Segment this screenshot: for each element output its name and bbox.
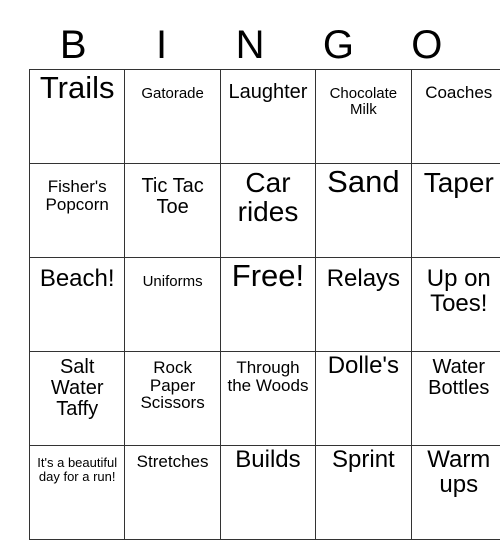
bingo-row: Trails Gatorade Laughter Chocolate Milk … [28,69,500,164]
bingo-cell-label: Sprint [332,446,395,473]
bingo-cell[interactable]: Salt Water Taffy [28,351,126,446]
bingo-cell-label: Relays [326,265,401,292]
bingo-cell[interactable]: Uniforms [124,257,221,352]
bingo-cell[interactable]: Gatorade [124,69,221,164]
bingo-cell-label: Chocolate Milk [329,85,398,118]
bingo-cell[interactable]: Through the Woods [219,351,317,446]
bingo-header: B I N G O [29,21,471,69]
bingo-cell-label: Rock Paper Scissors [140,358,205,413]
bingo-cell-label: Fisher's Popcorn [45,177,109,214]
header-letter-n: N [235,23,265,67]
bingo-cell-label: Salt Water Taffy [50,356,104,420]
bingo-cell-label: Water Bottles [428,356,490,399]
bingo-cell[interactable]: Water Bottles [410,351,500,446]
bingo-cell-label: Beach! [39,265,115,292]
bingo-cell[interactable]: Dolle's [315,351,412,446]
bingo-cell-label: Tic Tac Toe [141,175,204,218]
header-letter-b: B [59,23,87,67]
bingo-cell-label: Stretches [136,452,209,471]
bingo-cell-label: Free! [231,258,305,293]
header-letter-i: I [156,23,168,67]
bingo-cell[interactable]: It's a beautiful day for a run! [28,445,126,540]
bingo-cell[interactable]: Car rides [219,163,317,258]
bingo-cell[interactable]: Rock Paper Scissors [124,351,221,446]
bingo-cell-label: It's a beautiful day for a run! [37,455,118,484]
bingo-cell[interactable]: Beach! [28,257,126,352]
bingo-cell[interactable]: Warm ups [410,445,500,540]
bingo-cell[interactable]: Builds [219,445,317,540]
bingo-cell[interactable]: Sprint [315,445,412,540]
bingo-cell[interactable]: Taper [410,163,500,258]
bingo-cell-label: Warm ups [427,446,491,498]
bingo-grid: Trails Gatorade Laughter Chocolate Milk … [28,69,500,540]
bingo-cell-label: Uniforms [142,273,203,290]
bingo-cell[interactable]: Up on Toes! [410,257,500,352]
bingo-cell[interactable]: Stretches [124,445,221,540]
bingo-cell[interactable]: Chocolate Milk [315,69,412,164]
header-letter-g: G [322,23,354,67]
bingo-cell-label: Gatorade [141,85,204,102]
bingo-cell-label: Trails [39,70,115,105]
bingo-cell[interactable]: Sand [315,163,412,258]
bingo-cell-label: Builds [235,446,301,473]
bingo-cell-free[interactable]: Free! [219,257,317,352]
bingo-cell-label: Laughter [228,81,308,103]
bingo-cell-label: Through the Woods [227,358,309,395]
bingo-cell-label: Taper [423,167,494,198]
bingo-grid-body: Trails Gatorade Laughter Chocolate Milk … [28,69,500,540]
bingo-cell-label: Coaches [425,83,493,102]
bingo-cell[interactable]: Relays [315,257,412,352]
bingo-cell[interactable]: Tic Tac Toe [124,163,221,258]
bingo-row: It's a beautiful day for a run! Stretche… [28,445,500,540]
bingo-row: Salt Water Taffy Rock Paper Scissors Thr… [28,351,500,446]
bingo-cell[interactable]: Laughter [219,69,317,164]
bingo-cell[interactable]: Fisher's Popcorn [28,163,126,258]
bingo-row: Beach! Uniforms Free! Relays Up on Toes! [28,257,500,352]
bingo-row: Fisher's Popcorn Tic Tac Toe Car rides S… [28,163,500,258]
bingo-cell-label: Dolle's [327,352,399,379]
bingo-card: B I N G O Trails Gatorade Laughter Choco… [0,0,500,544]
bingo-cell-label: Up on Toes! [426,265,491,317]
bingo-cell[interactable]: Trails [28,69,126,164]
bingo-cell[interactable]: Coaches [410,69,500,164]
header-letter-o: O [411,23,443,67]
bingo-cell-label: Car rides [237,167,299,228]
bingo-cell-label: Sand [327,164,400,199]
